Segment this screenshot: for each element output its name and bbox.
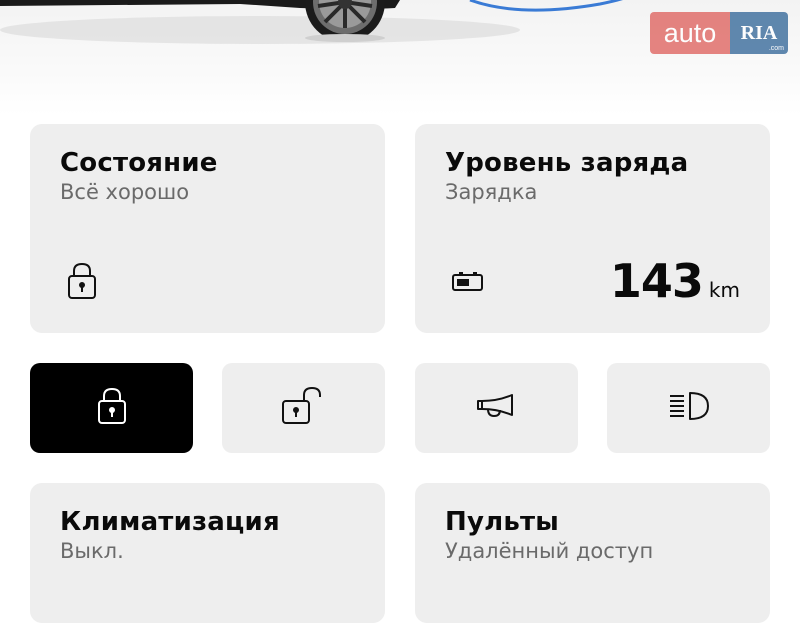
range-value: 143 <box>609 254 704 308</box>
lock-icon <box>97 387 127 429</box>
remotes-card[interactable]: Пульты Удалённый доступ <box>415 483 770 623</box>
lock-closed-icon <box>67 262 97 304</box>
status-title: Состояние <box>60 148 218 178</box>
range-unit: km <box>708 278 740 302</box>
charge-title: Уровень заряда <box>445 148 689 178</box>
autoria-watermark: auto RIA .com <box>650 12 788 54</box>
climate-card[interactable]: Климатизация Выкл. <box>30 483 385 623</box>
battery-icon <box>452 272 484 296</box>
climate-subtitle: Выкл. <box>60 539 124 563</box>
horn-icon <box>476 393 518 423</box>
charge-subtitle: Зарядка <box>445 180 538 204</box>
watermark-ria: RIA .com <box>730 12 788 54</box>
remotes-title: Пульты <box>445 507 559 537</box>
lock-button[interactable] <box>30 363 193 453</box>
horn-button[interactable] <box>415 363 578 453</box>
remotes-subtitle: Удалённый доступ <box>445 539 654 563</box>
unlock-icon <box>281 386 327 429</box>
status-card[interactable]: Состояние Всё хорошо <box>30 124 385 333</box>
headlights-button[interactable] <box>607 363 770 453</box>
watermark-auto: auto <box>650 12 730 54</box>
status-subtitle: Всё хорошо <box>60 180 190 204</box>
unlock-button[interactable] <box>222 363 385 453</box>
charge-card[interactable]: Уровень заряда Зарядка 143 km <box>415 124 770 333</box>
headlights-icon <box>668 391 710 425</box>
range-readout: 143 km <box>610 254 740 308</box>
climate-title: Климатизация <box>60 507 280 537</box>
